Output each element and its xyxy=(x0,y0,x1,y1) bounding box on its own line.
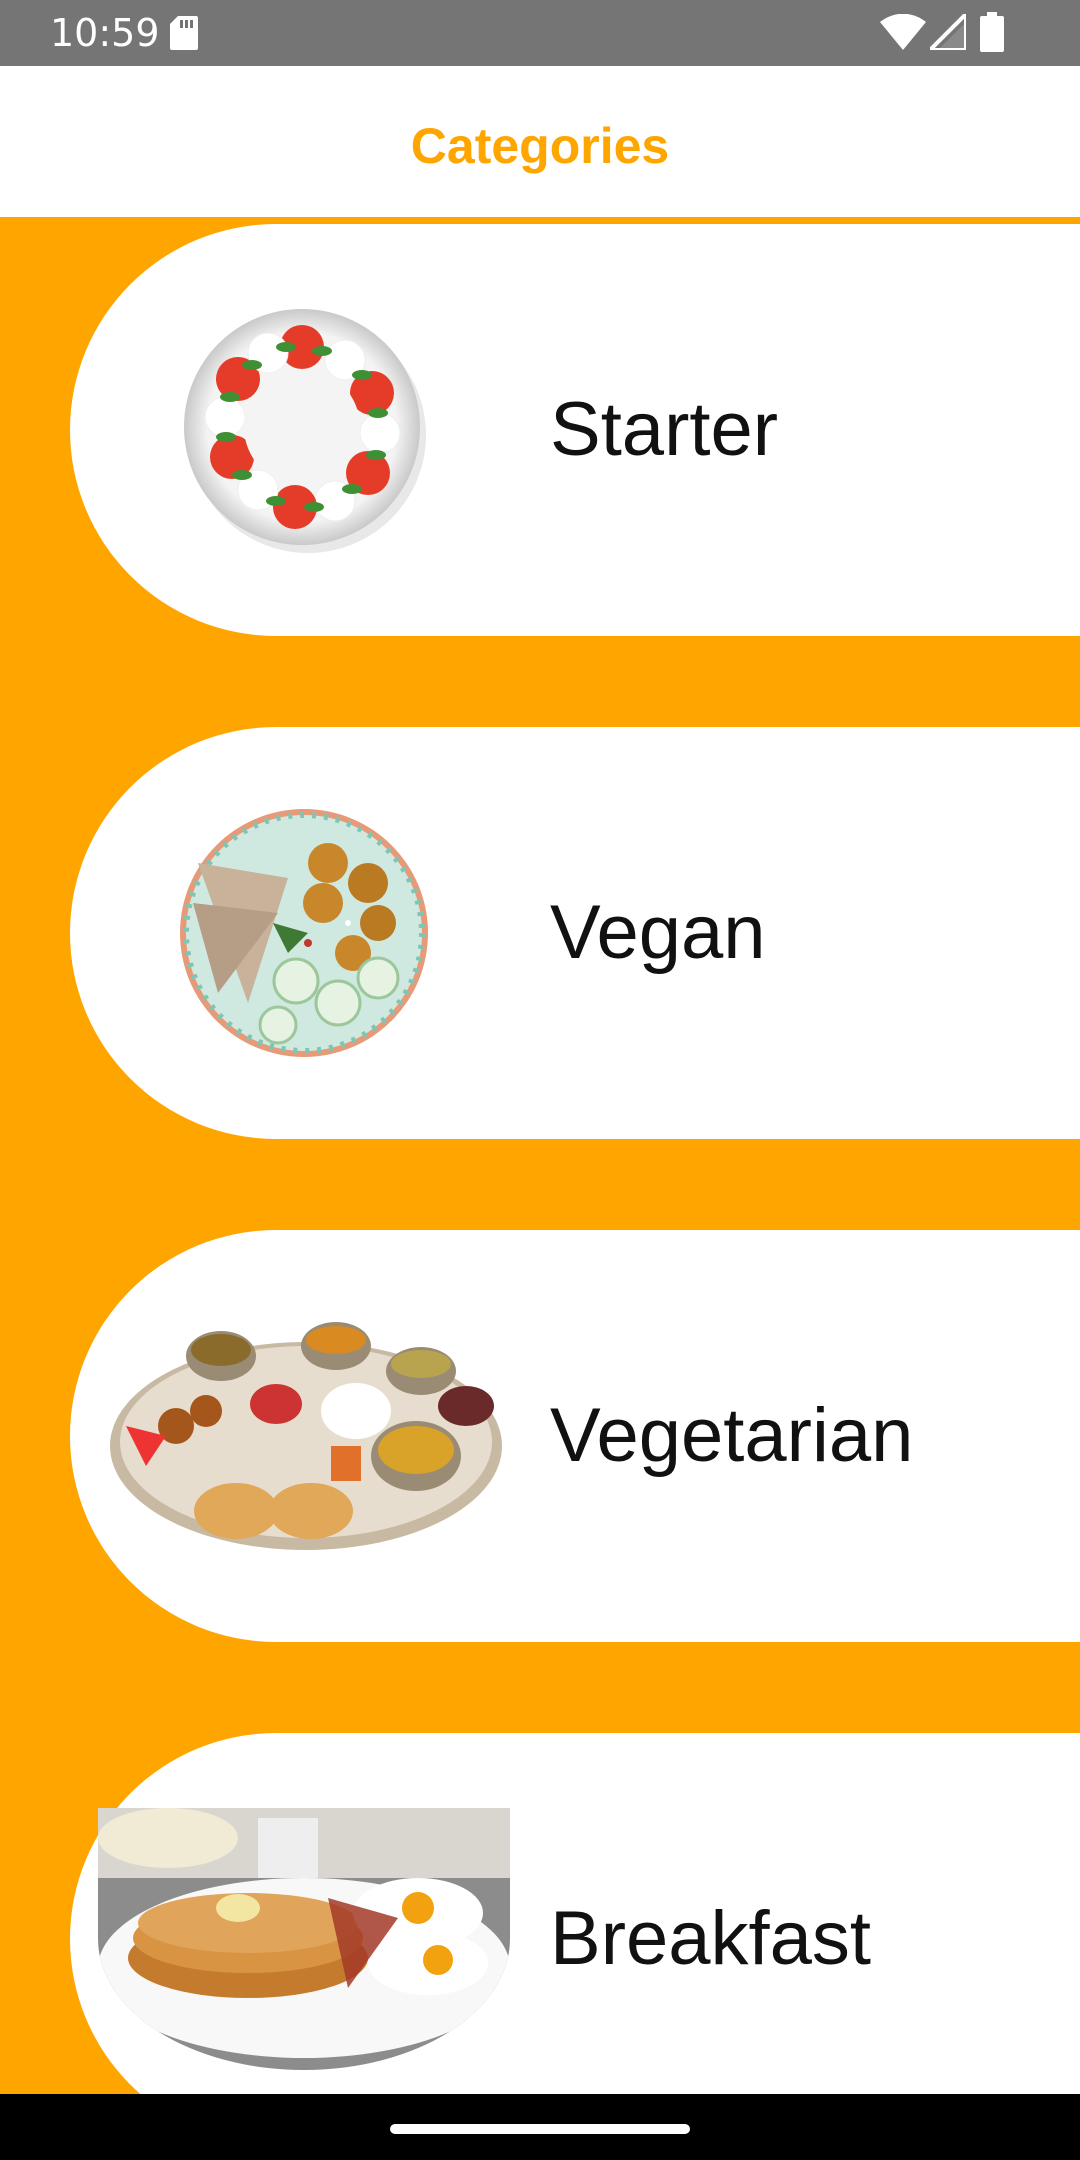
home-handle[interactable] xyxy=(390,2124,690,2134)
vegetarian-thali-image xyxy=(110,1322,502,1550)
app-bar: Categories xyxy=(0,66,1080,220)
category-label-breakfast: Breakfast xyxy=(550,1896,872,1981)
status-bar: 10:59 xyxy=(0,0,1080,66)
vegan-bowl-image xyxy=(180,809,428,1057)
status-time: 10:59 xyxy=(50,11,160,55)
category-label-vegan: Vegan xyxy=(550,890,766,975)
category-label-starter: Starter xyxy=(550,387,779,472)
category-label-vegetarian: Vegetarian xyxy=(550,1393,914,1478)
wifi-icon xyxy=(880,14,926,50)
category-card-vegetarian[interactable]: Vegetarian xyxy=(70,1230,1080,1642)
category-card-breakfast[interactable]: Breakfast xyxy=(70,1733,1080,2094)
battery-icon xyxy=(980,12,1004,52)
navigation-bar xyxy=(0,2094,1080,2160)
sd-card-icon xyxy=(170,16,198,50)
category-card-vegan[interactable]: Vegan xyxy=(70,727,1080,1139)
pancakes-eggs-image xyxy=(98,1808,510,2070)
page-title: Categories xyxy=(410,118,670,174)
category-list[interactable]: Starter Vegan Vegetarian Breakfast xyxy=(0,220,1080,2094)
category-card-starter[interactable]: Starter xyxy=(70,224,1080,636)
signal-icon xyxy=(930,14,966,50)
caprese-salad-plate-image xyxy=(184,309,426,553)
